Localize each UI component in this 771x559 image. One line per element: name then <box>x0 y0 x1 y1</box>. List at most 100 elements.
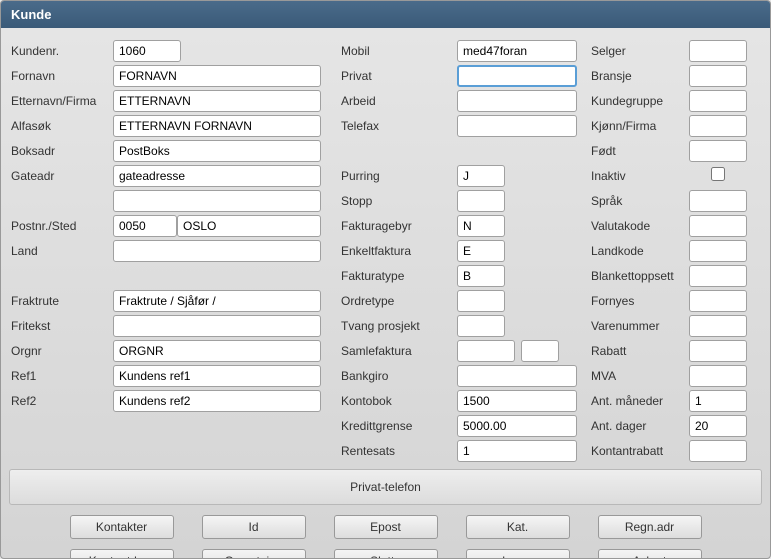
stopp-input[interactable] <box>457 190 505 212</box>
selger-input[interactable] <box>689 40 747 62</box>
ref1-label: Ref1 <box>7 369 113 383</box>
avbryt-button[interactable]: Avbryt <box>598 549 702 559</box>
rentesats-input[interactable] <box>457 440 577 462</box>
customer-window: Kunde Kundenr. Fornavn Etternavn/Firma A… <box>0 0 771 559</box>
fakturagebyr-label: Fakturagebyr <box>337 219 457 233</box>
fritekst-input[interactable] <box>113 315 321 337</box>
fraktrute-input[interactable] <box>113 290 321 312</box>
kontantrabatt-label: Kontantrabatt <box>587 444 689 458</box>
stopp-label: Stopp <box>337 194 457 208</box>
kundegruppe-input[interactable] <box>689 90 747 112</box>
lagre-button[interactable]: Lagre <box>466 549 570 559</box>
mobil-input[interactable] <box>457 40 577 62</box>
kat-button[interactable]: Kat. <box>466 515 570 539</box>
ref2-input[interactable] <box>113 390 321 412</box>
antdager-input[interactable] <box>689 415 747 437</box>
id-button[interactable]: Id <box>202 515 306 539</box>
omsetning-button[interactable]: Omsetning <box>202 549 306 559</box>
varenummer-input[interactable] <box>689 315 747 337</box>
sprak-input[interactable] <box>689 190 747 212</box>
kontoutdrag-button[interactable]: Kontoutdrag <box>70 549 174 559</box>
telefax-label: Telefax <box>337 119 457 133</box>
boksadr-input[interactable] <box>113 140 321 162</box>
button-row-2: Kontoutdrag Omsetning Slette Lagre Avbry… <box>1 549 770 559</box>
kjonn-input[interactable] <box>689 115 747 137</box>
sted-input[interactable] <box>177 215 321 237</box>
fakturatype-input[interactable] <box>457 265 505 287</box>
fornyes-input[interactable] <box>689 290 747 312</box>
telefax-input[interactable] <box>457 115 577 137</box>
privat-input[interactable] <box>457 65 577 87</box>
fraktrute-label: Fraktrute <box>7 294 113 308</box>
alfasok-input[interactable] <box>113 115 321 137</box>
form-area: Kundenr. Fornavn Etternavn/Firma Alfasøk… <box>1 28 770 469</box>
col-left: Kundenr. Fornavn Etternavn/Firma Alfasøk… <box>7 38 337 463</box>
samlefaktura-input-1[interactable] <box>457 340 515 362</box>
fornavn-label: Fornavn <box>7 69 113 83</box>
ordretype-input[interactable] <box>457 290 505 312</box>
purring-input[interactable] <box>457 165 505 187</box>
kundegruppe-label: Kundegruppe <box>587 94 689 108</box>
antmaneder-input[interactable] <box>689 390 747 412</box>
slette-button[interactable]: Slette <box>334 549 438 559</box>
privat-label: Privat <box>337 69 457 83</box>
bransje-input[interactable] <box>689 65 747 87</box>
bransje-label: Bransje <box>587 69 689 83</box>
landkode-input[interactable] <box>689 240 747 262</box>
selger-label: Selger <box>587 44 689 58</box>
sprak-label: Språk <box>587 194 689 208</box>
antmaneder-label: Ant. måneder <box>587 394 689 408</box>
epost-button[interactable]: Epost <box>334 515 438 539</box>
alfasok-label: Alfasøk <box>7 119 113 133</box>
antdager-label: Ant. dager <box>587 419 689 433</box>
etternavn-label: Etternavn/Firma <box>7 94 113 108</box>
col-right: Selger Bransje Kundegruppe Kjønn/Firma F… <box>587 38 762 463</box>
rabatt-label: Rabatt <box>587 344 689 358</box>
postnr-input[interactable] <box>113 215 177 237</box>
col-middle: Mobil Privat Arbeid Telefax Purring Stop… <box>337 38 587 463</box>
rentesats-label: Rentesats <box>337 444 457 458</box>
kontantrabatt-input[interactable] <box>689 440 747 462</box>
varenummer-label: Varenummer <box>587 319 689 333</box>
fakturagebyr-input[interactable] <box>457 215 505 237</box>
fodt-input[interactable] <box>689 140 747 162</box>
mva-input[interactable] <box>689 365 747 387</box>
blankettoppsett-input[interactable] <box>689 265 747 287</box>
kredittgrense-label: Kredittgrense <box>337 419 457 433</box>
gateadr2-input[interactable] <box>113 190 321 212</box>
window-title: Kunde <box>1 1 770 28</box>
fritekst-label: Fritekst <box>7 319 113 333</box>
purring-label: Purring <box>337 169 457 183</box>
landkode-label: Landkode <box>587 244 689 258</box>
orgnr-input[interactable] <box>113 340 321 362</box>
inaktiv-checkbox[interactable] <box>711 167 725 181</box>
valutakode-input[interactable] <box>689 215 747 237</box>
samlefaktura-input-2[interactable] <box>521 340 559 362</box>
button-row-1: Kontakter Id Epost Kat. Regn.adr <box>1 515 770 539</box>
fornyes-label: Fornyes <box>587 294 689 308</box>
mobil-label: Mobil <box>337 44 457 58</box>
land-input[interactable] <box>113 240 321 262</box>
kontobok-input[interactable] <box>457 390 577 412</box>
kontobok-label: Kontobok <box>337 394 457 408</box>
postnr-label: Postnr./Sted <box>7 219 113 233</box>
land-label: Land <box>7 244 113 258</box>
kontakter-button[interactable]: Kontakter <box>70 515 174 539</box>
fornavn-input[interactable] <box>113 65 321 87</box>
kjonn-label: Kjønn/Firma <box>587 119 689 133</box>
bankgiro-input[interactable] <box>457 365 577 387</box>
rabatt-input[interactable] <box>689 340 747 362</box>
ref1-input[interactable] <box>113 365 321 387</box>
kredittgrense-input[interactable] <box>457 415 577 437</box>
enkeltfaktura-input[interactable] <box>457 240 505 262</box>
regn-button[interactable]: Regn.adr <box>598 515 702 539</box>
fodt-label: Født <box>587 144 689 158</box>
kundenr-input[interactable] <box>113 40 181 62</box>
etternavn-input[interactable] <box>113 90 321 112</box>
mva-label: MVA <box>587 369 689 383</box>
gateadr-input[interactable] <box>113 165 321 187</box>
ordretype-label: Ordretype <box>337 294 457 308</box>
arbeid-input[interactable] <box>457 90 577 112</box>
tvang-input[interactable] <box>457 315 505 337</box>
enkeltfaktura-label: Enkeltfaktura <box>337 244 457 258</box>
